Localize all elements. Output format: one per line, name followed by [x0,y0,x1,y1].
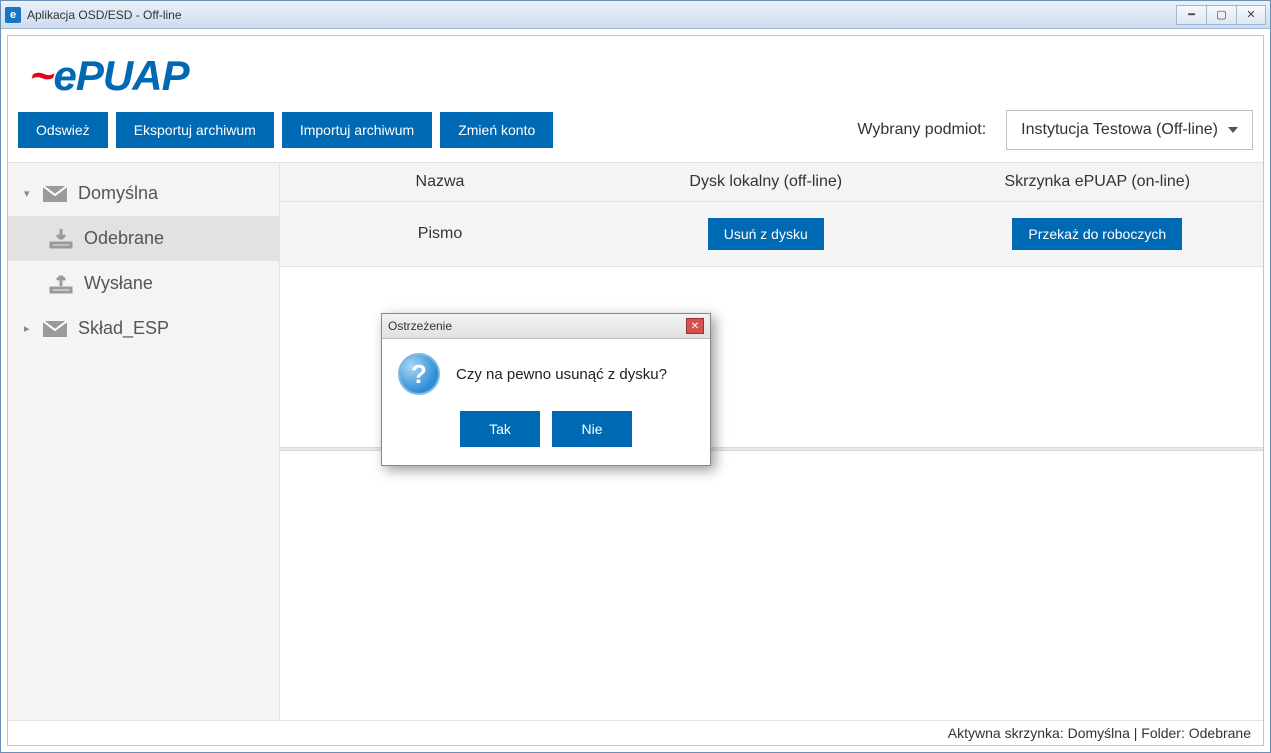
caret-icon: ▾ [24,187,32,200]
sidebar-item-odebrane[interactable]: Odebrane [8,216,279,261]
entity-label: Wybrany podmiot: [857,121,986,139]
sidebar-item-wyslane[interactable]: Wysłane [8,261,279,306]
lower-pane [280,451,1263,720]
import-archive-button[interactable]: Importuj archiwum [282,112,432,148]
entity-value: Instytucja Testowa (Off-line) [1021,121,1218,139]
app-window: e Aplikacja OSD/ESD - Off-line ━ ▢ ✕ ~eP… [0,0,1271,753]
change-account-button[interactable]: Zmień konto [440,112,553,148]
caret-icon: ▸ [24,322,32,335]
upload-icon [48,274,74,294]
sidebar-item-label: Odebrane [84,228,164,249]
mail-icon [42,184,68,204]
sidebar-item-sklad-esp[interactable]: ▸ Skład_ESP [8,306,279,351]
table-row[interactable]: Pismo Usuń z dysku Przekaż do roboczych [280,202,1263,267]
row-name: Pismo [280,215,600,253]
export-archive-button[interactable]: Eksportuj archiwum [116,112,274,148]
refresh-button[interactable]: Odswież [18,112,108,148]
dialog-message: Czy na pewno usunąć z dysku? [456,366,667,383]
mail-icon [42,319,68,339]
logo: ~ePUAP [30,52,1241,100]
warning-dialog: Ostrzeżenie ✕ ? Czy na pewno usunąć z dy… [381,313,711,466]
status-bar: Aktywna skrzynka: Domyślna | Folder: Ode… [8,720,1263,745]
titlebar[interactable]: e Aplikacja OSD/ESD - Off-line ━ ▢ ✕ [1,1,1270,29]
toolbar: Odswież Eksportuj archiwum Importuj arch… [8,110,1263,163]
close-button[interactable]: ✕ [1236,5,1266,25]
download-icon [48,229,74,249]
sidebar: ▾ Domyślna Odebrane Wysłane [8,163,280,720]
dialog-title-text: Ostrzeżenie [388,319,452,333]
col-remote-header: Skrzynka ePUAP (on-line) [932,163,1264,201]
logo-text: ePUAP [54,52,189,99]
entity-select[interactable]: Instytucja Testowa (Off-line) [1006,110,1253,150]
dialog-yes-button[interactable]: Tak [460,411,540,447]
table-header: Nazwa Dysk lokalny (off-line) Skrzynka e… [280,163,1263,202]
dialog-close-button[interactable]: ✕ [686,318,704,334]
sidebar-item-domyslna[interactable]: ▾ Domyślna [8,171,279,216]
logo-row: ~ePUAP [8,36,1263,110]
col-name-header: Nazwa [280,163,600,201]
move-to-drafts-button[interactable]: Przekaż do roboczych [1012,218,1182,250]
maximize-button[interactable]: ▢ [1206,5,1236,25]
sidebar-item-label: Skład_ESP [78,318,169,339]
dialog-titlebar[interactable]: Ostrzeżenie ✕ [382,314,710,339]
sidebar-item-label: Domyślna [78,183,158,204]
window-title: Aplikacja OSD/ESD - Off-line [27,8,182,22]
chevron-down-icon [1228,127,1238,133]
delete-from-disk-button[interactable]: Usuń z dysku [708,218,824,250]
sidebar-item-label: Wysłane [84,273,153,294]
dialog-no-button[interactable]: Nie [552,411,632,447]
app-icon: e [5,7,21,23]
question-icon: ? [398,353,440,395]
col-local-header: Dysk lokalny (off-line) [600,163,932,201]
minimize-button[interactable]: ━ [1176,5,1206,25]
